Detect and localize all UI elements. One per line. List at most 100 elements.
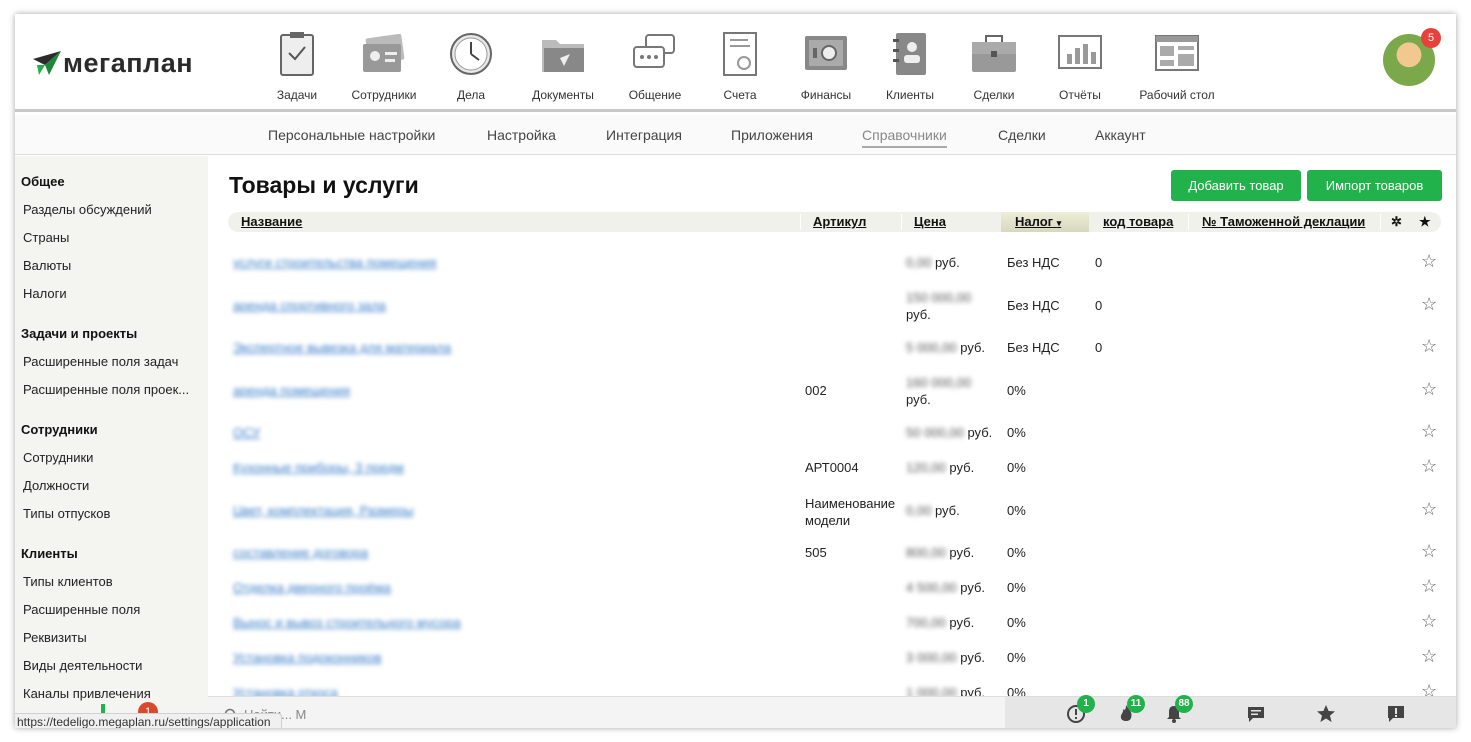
favorite-star-icon[interactable]: ☆ [1421,541,1437,562]
sidebar-item[interactable]: Страны [21,224,208,252]
hot-button[interactable]: 11 [1115,695,1145,725]
subnav-item[interactable]: Аккаунт [1095,127,1146,143]
favorite-star-icon[interactable]: ☆ [1421,576,1437,597]
sidebar-item[interactable]: Каналы привлечения [21,680,208,708]
product-name-link[interactable]: Установка подоконников [233,650,382,665]
product-name-link[interactable]: Кухонные приборы, 3 предм [233,460,404,475]
sidebar-group-title: Клиенты [21,546,78,561]
sidebar-group: Общее Разделы обсуждений Страны Валюты Налог… [15,168,208,308]
favorite-star-icon[interactable]: ☆ [1421,336,1437,357]
alerts-button[interactable]: 1 [1065,695,1095,725]
favorite-star-icon[interactable]: ☆ [1421,646,1437,667]
module-contacts-book[interactable]: Клиенты [869,30,951,102]
module-chat[interactable]: Общение [613,30,697,102]
subnav-item[interactable]: Справочники [862,127,947,148]
module-label: Отчёты [1059,88,1101,102]
tax-cell: Без НДС [1007,340,1060,355]
product-name-link[interactable]: аренда спортивного зала [233,298,386,313]
product-name-link[interactable]: Вынос и вывоз строительного мусора [233,615,461,630]
favorite-star-icon[interactable]: ☆ [1421,294,1437,315]
product-name-link[interactable]: услуги строительства помещения [233,255,436,270]
subnav-item[interactable]: Приложения [731,127,813,143]
module-employees[interactable]: Сотрудники [339,30,429,102]
price-cell: 150 000,00 руб. [906,289,971,323]
briefcase-icon [970,30,1018,78]
subnav-item[interactable]: Интеграция [606,127,682,143]
sidebar-item[interactable]: Расширенные поля проек... [21,376,208,404]
sidebar-item[interactable]: Расширенные поля [21,596,208,624]
sidebar-item[interactable]: Типы клиентов [21,568,208,596]
col-code-header[interactable]: код товара [1103,212,1173,232]
sidebar-item[interactable]: Разделы обсуждений [21,196,208,224]
subnav-item[interactable]: Настройка [487,127,556,143]
favorite-star-icon[interactable]: ☆ [1421,611,1437,632]
messages-button[interactable] [1245,703,1267,725]
price-value: 4 500,00 [906,580,957,595]
article-cell: АРТ0004 [805,460,859,475]
col-tax-header[interactable]: Налог ▾ [1001,212,1089,232]
price-value: 120,00 [906,460,946,475]
module-label: Финансы [800,88,852,102]
bell-button[interactable]: 88 [1163,695,1193,725]
feedback-button[interactable] [1385,703,1407,725]
module-folder[interactable]: Документы [513,30,613,102]
import-products-button[interactable]: Импорт товаров [1307,170,1442,201]
code-cell: 0 [1095,255,1103,270]
product-name-link[interactable]: Цвет, комплектация, Размеры [233,503,414,518]
price-unit: руб. [949,460,975,475]
sidebar-group: Клиенты Типы клиентов Расширенные поля Рекв… [15,540,208,708]
sidebar-item[interactable]: Валюты [21,252,208,280]
price-cell: 3 000,00 руб. [906,650,985,665]
module-safe[interactable]: Финансы [783,30,869,102]
module-briefcase[interactable]: Сделки [951,30,1037,102]
favorite-star-icon[interactable]: ☆ [1421,499,1437,520]
col-price-header[interactable]: Цена [914,212,946,232]
sidebar-item[interactable]: Сотрудники [21,444,208,472]
article-cell: 505 [805,545,827,560]
product-name-link[interactable]: Экспертное вывезка для материала [233,340,451,355]
tax-cell: 0% [1007,615,1026,630]
product-name-link[interactable]: ОСУ [233,425,260,440]
add-product-button[interactable]: Добавить товар [1171,170,1301,201]
col-article-header[interactable]: Артикул [813,212,866,232]
product-name-link[interactable]: составление договора [233,545,368,560]
sidebar-item[interactable]: Виды деятельности [21,652,208,680]
subnav-item[interactable]: Персональные настройки [268,127,435,143]
module-dashboard[interactable]: Рабочий стол [1123,30,1231,102]
product-name-link[interactable]: аренда помещения [233,383,350,398]
module-chart-board[interactable]: Отчёты [1037,30,1123,102]
module-clock[interactable]: Дела [429,30,513,102]
tax-cell: 0% [1007,545,1026,560]
module-label: Общение [628,88,682,102]
price-value: 160 000,00 [906,375,972,390]
price-value: 150 000,00 [906,290,972,305]
favorite-star-icon[interactable]: ☆ [1421,456,1437,477]
avatar[interactable]: 5 [1383,28,1441,86]
favorites-button[interactable] [1315,703,1337,725]
sidebar-item[interactable]: Реквизиты [21,624,208,652]
sidebar-item[interactable]: Расширенные поля задач [21,348,208,376]
sidebar-item[interactable]: Типы отпусков [21,500,208,528]
col-customs-header[interactable]: № Таможенной деклации [1202,212,1365,232]
subnav-item[interactable]: Сделки [998,127,1046,143]
module-invoice[interactable]: Счета [697,30,783,102]
product-name-link[interactable]: Отделка дверного проёма [233,580,391,595]
code-cell: 0 [1095,298,1103,313]
favorite-star-icon[interactable]: ☆ [1421,421,1437,442]
price-value: 0,00 [906,503,932,518]
module-label: Документы [532,88,594,102]
favorite-star-icon[interactable]: ☆ [1421,379,1437,400]
settings-icon[interactable]: ✲ [1391,212,1402,232]
sidebar-item[interactable]: Налоги [21,280,208,308]
sidebar-group: Сотрудники Сотрудники Должности Типы отпуск… [15,416,208,528]
price-cell: 800,00 руб. [906,545,974,560]
module-tasks[interactable]: Задачи [255,30,339,102]
favorite-star-icon[interactable]: ☆ [1421,251,1437,272]
sidebar-item[interactable]: Должности [21,472,208,500]
settings-subnav: Персональные настройки Настройка Интеграци… [15,115,1456,155]
col-name-header[interactable]: Название [241,212,302,232]
logo[interactable]: мегаплан [33,48,193,79]
price-value: 3 000,00 [906,650,957,665]
price-cell: 120,00 руб. [906,460,974,475]
price-value: 700,00 [906,615,946,630]
